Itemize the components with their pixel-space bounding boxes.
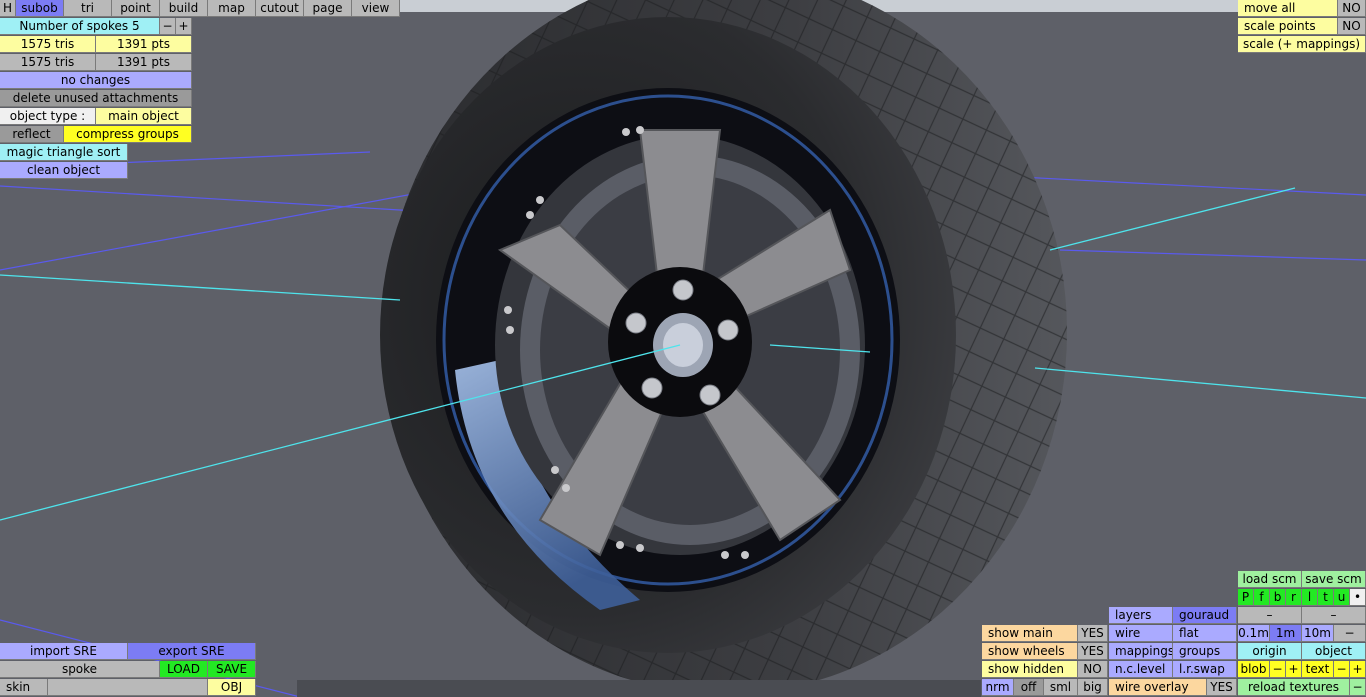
- menu-h[interactable]: H: [0, 0, 16, 17]
- view-right-button[interactable]: r: [1286, 589, 1302, 606]
- view-perspective-button[interactable]: P: [1238, 589, 1254, 606]
- clean-object-button[interactable]: clean object: [0, 162, 128, 179]
- import-sre-button[interactable]: import SRE: [0, 643, 128, 660]
- compress-groups-button[interactable]: compress groups: [64, 126, 192, 143]
- show-hidden-toggle[interactable]: NO: [1078, 661, 1108, 678]
- menu-tri[interactable]: tri: [64, 0, 112, 17]
- reflect-button[interactable]: reflect: [0, 126, 64, 143]
- grid-10m-button[interactable]: 10m: [1302, 625, 1334, 642]
- size-nrm-button[interactable]: nrm: [982, 679, 1014, 696]
- show-main-toggle[interactable]: YES: [1078, 625, 1108, 642]
- gouraud-button[interactable]: gouraud: [1173, 607, 1237, 624]
- menu-point[interactable]: point: [112, 0, 160, 17]
- groups-button[interactable]: groups: [1173, 643, 1237, 660]
- object-type-select[interactable]: main object: [96, 108, 192, 125]
- wire-button[interactable]: wire: [1109, 625, 1173, 642]
- show-wheels-label: show wheels: [982, 643, 1078, 660]
- text-label: text: [1302, 661, 1334, 678]
- save-scm-button[interactable]: save scm: [1302, 571, 1366, 588]
- scale-points-label: scale points: [1238, 18, 1338, 35]
- blob-decrease-button[interactable]: −: [1270, 661, 1286, 678]
- skin-file-field[interactable]: [48, 679, 208, 696]
- tris-count: 1575 tris: [0, 36, 96, 53]
- scale-points-toggle[interactable]: NO: [1338, 18, 1366, 35]
- magic-triangle-sort-button[interactable]: magic triangle sort: [0, 144, 128, 161]
- wire-overlay-label: wire overlay: [1109, 679, 1207, 696]
- move-all-label: move all: [1238, 0, 1338, 17]
- menu-subob[interactable]: subob: [16, 0, 64, 17]
- grid-1m-button[interactable]: 1m: [1270, 625, 1302, 642]
- menu-map[interactable]: map: [208, 0, 256, 17]
- mappings-button[interactable]: mappings: [1109, 643, 1173, 660]
- spokes-increase-button[interactable]: +: [176, 18, 192, 35]
- wire-overlay-toggle[interactable]: YES: [1207, 679, 1237, 696]
- origin-button[interactable]: origin: [1238, 643, 1302, 660]
- load-scm-button[interactable]: load scm: [1238, 571, 1302, 588]
- reload-textures-button[interactable]: reload textures: [1238, 679, 1350, 696]
- menu-cutout[interactable]: cutout: [256, 0, 304, 17]
- grid-01m-button[interactable]: 0.1m: [1238, 625, 1270, 642]
- size-off-button[interactable]: off: [1014, 679, 1044, 696]
- export-sre-button[interactable]: export SRE: [128, 643, 256, 660]
- scale-mappings-button[interactable]: scale (+ mappings): [1238, 36, 1366, 53]
- blob-increase-button[interactable]: +: [1286, 661, 1302, 678]
- spoke-file-field[interactable]: spoke: [0, 661, 160, 678]
- obj-button[interactable]: OBJ: [208, 679, 256, 696]
- tris-count-total: 1575 tris: [0, 54, 96, 71]
- view-dot-button[interactable]: •: [1350, 589, 1366, 606]
- load-button[interactable]: LOAD: [160, 661, 208, 678]
- dash-button-1[interactable]: –: [1238, 607, 1302, 624]
- 3d-viewport[interactable]: [0, 0, 1366, 697]
- show-hidden-label: show hidden: [982, 661, 1078, 678]
- show-wheels-toggle[interactable]: YES: [1078, 643, 1108, 660]
- move-all-toggle[interactable]: NO: [1338, 0, 1366, 17]
- delete-unused-attachments-button[interactable]: delete unused attachments: [0, 90, 192, 107]
- grid-minus-button[interactable]: −: [1334, 625, 1366, 642]
- size-sml-button[interactable]: sml: [1044, 679, 1078, 696]
- text-increase-button[interactable]: +: [1350, 661, 1366, 678]
- menu-page[interactable]: page: [304, 0, 352, 17]
- pts-count: 1391 pts: [96, 36, 192, 53]
- menu-build[interactable]: build: [160, 0, 208, 17]
- no-changes-status: no changes: [0, 72, 192, 89]
- reload-minus-button[interactable]: −: [1350, 679, 1366, 696]
- layers-button[interactable]: layers: [1109, 607, 1173, 624]
- view-top-button[interactable]: t: [1318, 589, 1334, 606]
- status-strip: [297, 680, 981, 697]
- skin-label: skin: [0, 679, 48, 696]
- size-big-button[interactable]: big: [1078, 679, 1108, 696]
- spokes-decrease-button[interactable]: −: [160, 18, 176, 35]
- view-under-button[interactable]: u: [1334, 589, 1350, 606]
- blob-label: blob: [1238, 661, 1270, 678]
- flat-button[interactable]: flat: [1173, 625, 1237, 642]
- text-decrease-button[interactable]: −: [1334, 661, 1350, 678]
- object-type-label: object type :: [0, 108, 96, 125]
- pts-count-total: 1391 pts: [96, 54, 192, 71]
- save-button[interactable]: SAVE: [208, 661, 256, 678]
- menu-view[interactable]: view: [352, 0, 400, 17]
- dash-button-2[interactable]: –: [1302, 607, 1366, 624]
- lr-swap-button[interactable]: l.r.swap: [1173, 661, 1237, 678]
- show-main-label: show main: [982, 625, 1078, 642]
- view-front-button[interactable]: f: [1254, 589, 1270, 606]
- spokes-count-label: Number of spokes 5: [0, 18, 160, 35]
- nc-level-button[interactable]: n.c.level: [1109, 661, 1173, 678]
- view-back-button[interactable]: b: [1270, 589, 1286, 606]
- object-button[interactable]: object: [1302, 643, 1366, 660]
- view-left-button[interactable]: l: [1302, 589, 1318, 606]
